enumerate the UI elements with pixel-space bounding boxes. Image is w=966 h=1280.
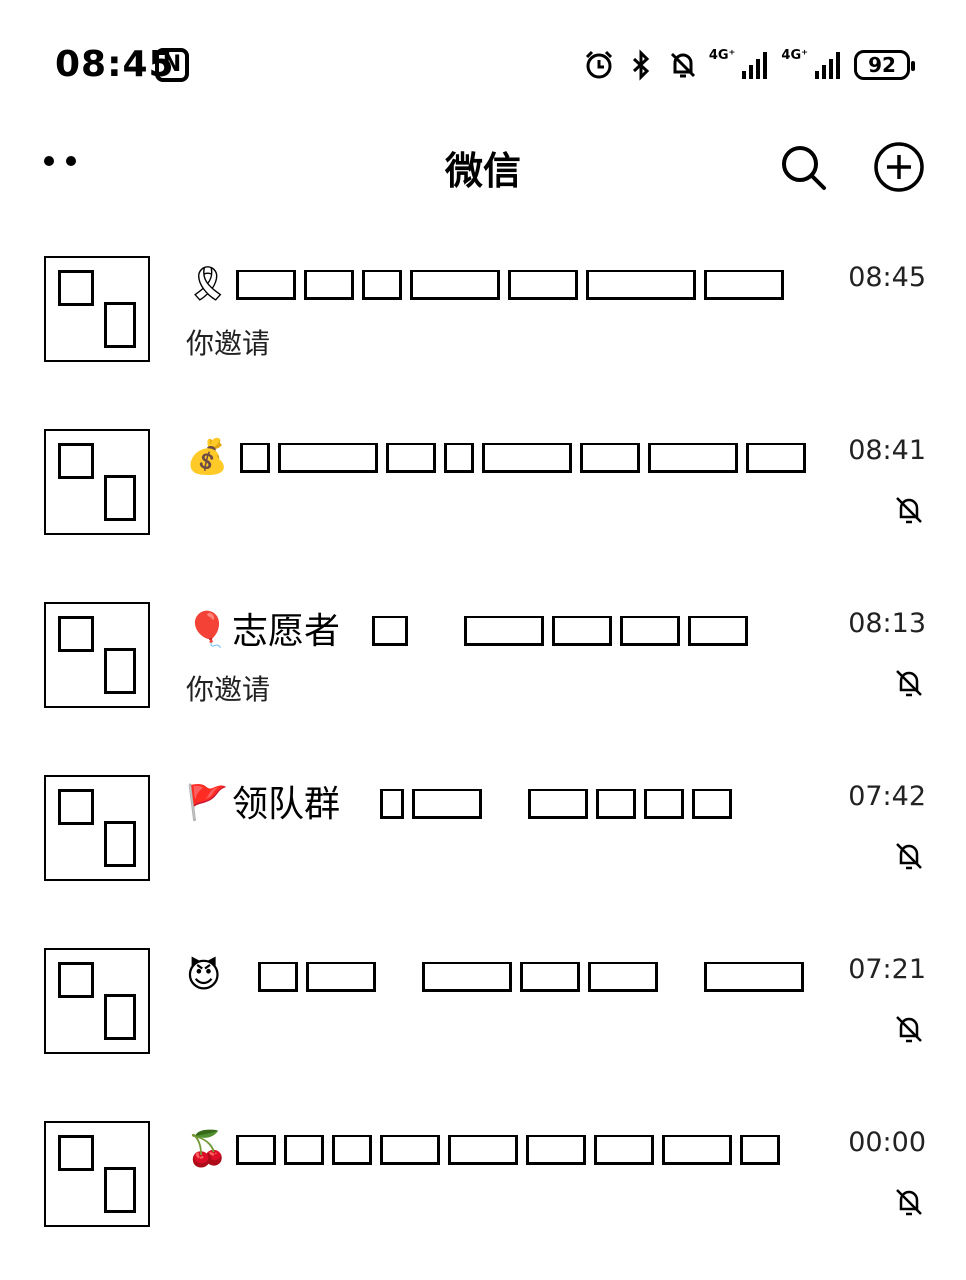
plus-circle-icon[interactable] <box>872 140 926 194</box>
mute-bell-icon <box>896 843 922 870</box>
mute-bell-icon <box>896 670 922 697</box>
chat-name: 志愿者 <box>232 611 341 652</box>
devil-emoji-icon: 😈 <box>186 956 222 996</box>
mute-bell-icon <box>896 1016 922 1043</box>
nfc-icon: N <box>155 48 189 82</box>
avatar <box>44 775 150 881</box>
chat-time: 08:13 <box>848 608 926 639</box>
chat-list: 🎗 你邀请 08:45 💰 08:41 🎈 志愿者 你邀请 08:13 🚩 领队… <box>0 228 966 1266</box>
chat-name-redacted <box>372 616 748 646</box>
chat-name-redacted <box>240 443 806 473</box>
mute-bell-icon <box>896 497 922 524</box>
flag-emoji-icon: 🚩 <box>186 783 229 823</box>
mute-bell-icon <box>896 1189 922 1216</box>
avatar <box>44 602 150 708</box>
chat-time: 08:41 <box>848 435 926 466</box>
chat-preview: 你邀请 <box>186 673 271 706</box>
alarm-icon <box>585 50 612 79</box>
money-bag-emoji-icon: 💰 <box>186 437 229 477</box>
chat-name-redacted <box>236 1135 780 1165</box>
chat-item[interactable]: 😈 07:21 <box>0 920 966 1093</box>
chat-item[interactable]: 🎗 你邀请 08:45 <box>0 228 966 401</box>
chat-time: 07:21 <box>848 954 926 985</box>
signal-4g-label: 4G⁺ <box>708 47 736 63</box>
signal-4g-label-2: 4G⁺ <box>781 47 808 63</box>
avatar <box>44 948 150 1054</box>
chat-name-redacted <box>258 962 804 992</box>
avatar <box>44 1121 150 1227</box>
chat-name-redacted <box>380 789 732 819</box>
search-icon[interactable] <box>778 142 828 192</box>
chat-time: 07:42 <box>848 781 926 812</box>
chat-item[interactable]: 💰 08:41 <box>0 401 966 574</box>
avatar <box>44 429 150 535</box>
chat-time: 08:45 <box>848 262 926 293</box>
chat-time: 00:00 <box>848 1127 926 1158</box>
ribbon-emoji-icon: 🎗 <box>186 264 230 304</box>
balloon-emoji-icon: 🎈 <box>186 610 229 650</box>
bluetooth-icon <box>632 49 650 81</box>
signal-4g-icon <box>742 52 768 79</box>
signal-4g-icon-2 <box>815 52 840 79</box>
chat-item[interactable]: 🎈 志愿者 你邀请 08:13 <box>0 574 966 747</box>
mute-bell-icon <box>670 52 695 78</box>
battery-icon: 92 <box>854 50 915 80</box>
chat-item[interactable]: 🍒 00:00 <box>0 1093 966 1266</box>
cherries-emoji-icon: 🍒 <box>186 1129 229 1169</box>
chat-name: 领队群 <box>232 784 341 825</box>
chat-preview: 你邀请 <box>186 327 271 360</box>
avatar <box>44 256 150 362</box>
app-header: 微信 <box>0 130 966 200</box>
status-icons: 4G⁺ 4G⁺ 92 <box>583 46 915 84</box>
chat-name-redacted <box>236 270 784 300</box>
chat-item[interactable]: 🚩 领队群 07:42 <box>0 747 966 920</box>
status-bar: 08:45 N 4G⁺ 4G⁺ 92 <box>0 0 966 130</box>
